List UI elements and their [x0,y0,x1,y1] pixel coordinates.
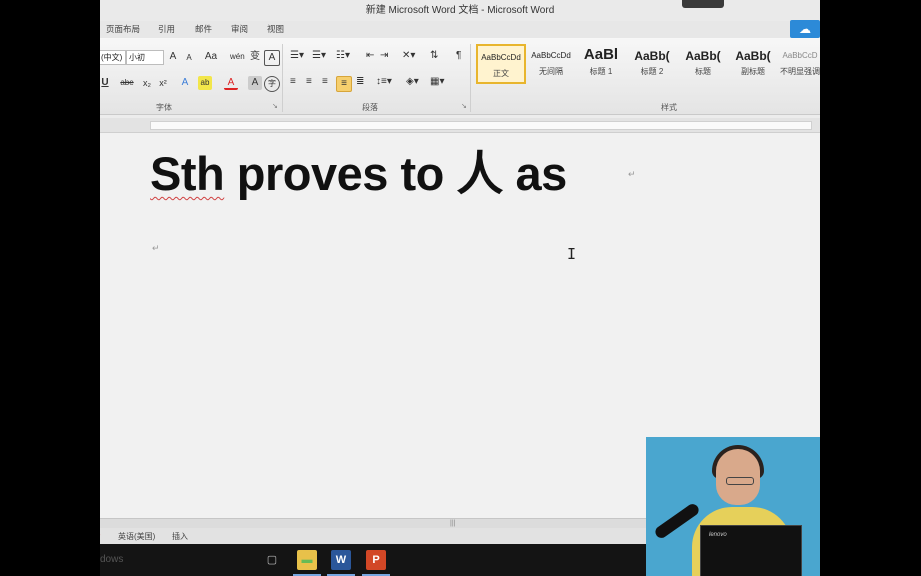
tab-review[interactable]: 审阅 [231,23,248,35]
paragraph-mark: ↵ [628,169,636,179]
change-case-button[interactable]: Aa [204,50,218,64]
numbering-icon[interactable]: ☰▾ [312,50,326,61]
ibeam-cursor-icon: I [567,245,577,263]
style-sample: AaBb( [634,49,670,63]
style-subtitle[interactable]: AaBb( 副标题 [728,44,778,84]
style-sample: AaBb( [735,49,771,63]
style-subtle-emphasis[interactable]: AaBbCcD 不明显强调 [778,44,820,84]
char-shade-button[interactable]: A [264,50,280,66]
show-marks-icon[interactable]: ¶ [456,50,461,61]
underline-button[interactable]: U [100,76,112,90]
font-color-button[interactable]: A [224,76,238,90]
highlight-button[interactable]: ab [198,76,212,90]
heading-rest: proves to 人 as [224,147,567,200]
tab-mailings[interactable]: 邮件 [195,23,212,35]
style-title[interactable]: AaBb( 标题 [678,44,728,84]
horizontal-ruler[interactable] [100,118,820,133]
paragraph-mark: ↵ [152,243,160,253]
ribbon: (中文) 小初 A A Aa wén 变 A U abe x₂ x² A ab … [100,38,820,115]
style-sample: AaBb( [685,49,721,63]
group-divider [470,44,471,112]
enclose-char-button[interactable]: 字 [264,76,280,92]
style-name: 正文 [493,69,509,78]
title-bar-overlay [682,0,724,8]
ribbon-tabs: 页面布局 引用 邮件 审阅 视图 [100,21,820,38]
proofing-error-icon[interactable]: ● [100,530,101,539]
decrease-indent-icon[interactable]: ⇤ [366,50,374,61]
window-title: 新建 Microsoft Word 文档 - Microsoft Word [365,5,555,16]
style-sample: AaBbCcD [782,51,818,60]
font-dialog-launcher-icon[interactable]: ↘ [272,102,278,110]
document-heading: Sth proves to 人 as [150,135,567,204]
align-center-icon[interactable]: ≡ [306,76,312,87]
laptop-brand: lenovo [709,532,727,538]
char-shading-button[interactable]: A [248,76,262,90]
ruler-track [150,121,812,130]
style-name: 标题 2 [640,67,664,76]
paragraph-dialog-launcher-icon[interactable]: ↘ [461,102,467,110]
style-heading-2[interactable]: AaBb( 标题 2 [627,44,677,84]
sort-icon[interactable]: ⇅ [430,50,438,61]
strikethrough-button[interactable]: abe [120,76,134,90]
scroll-grip-icon[interactable]: ||| [450,520,455,527]
line-spacing-icon[interactable]: ↕≡▾ [376,76,392,87]
file-explorer-icon[interactable]: ▬ [293,550,321,576]
style-sample: AaBbCcDd [531,51,571,60]
tab-page-layout[interactable]: 页面布局 [106,23,140,35]
tab-view[interactable]: 视图 [267,23,284,35]
shrink-font-button[interactable]: A [182,51,196,65]
laptop: lenovo [700,525,802,576]
bullets-icon[interactable]: ☰▾ [290,50,304,61]
presenter-webcam: lenovo [646,437,820,576]
styles-group-label: 样式 [661,103,677,112]
style-normal[interactable]: AaBbCcDd 正文 [476,44,526,84]
grow-font-button[interactable]: A [166,50,180,64]
word-icon[interactable]: W [327,550,355,576]
text-effect-button[interactable]: A [178,76,192,90]
style-name: 标题 [695,67,711,76]
paragraph-group-label: 段落 [362,103,378,112]
justify-icon[interactable]: ≡ [336,76,352,92]
phonetic-guide-button[interactable]: wén [230,50,245,64]
font-group-label: 字体 [156,103,172,112]
powerpoint-icon[interactable]: P [362,550,390,576]
style-sample: AaBbCcDd [481,53,521,62]
style-heading-1[interactable]: AaBl 标题 1 [576,44,626,84]
font-size-combo[interactable]: 小初 [126,50,164,65]
title-bar: 新建 Microsoft Word 文档 - Microsoft Word [100,0,820,21]
font-name-combo[interactable]: (中文) [100,50,126,65]
shading-icon[interactable]: ◈▾ [406,76,419,87]
tab-references[interactable]: 引用 [158,23,175,35]
style-no-spacing[interactable]: AaBbCcDd 无间隔 [526,44,576,84]
chinese-layout-icon[interactable]: ✕▾ [402,50,415,61]
cloud-sync-icon[interactable]: ☁ [790,20,820,38]
task-view-icon[interactable]: ▢ [262,550,282,570]
heading-misspelled-word: Sth [150,147,225,200]
align-left-icon[interactable]: ≡ [290,76,296,87]
subscript-button[interactable]: x₂ [140,76,154,90]
borders-icon[interactable]: ▦▾ [430,76,444,87]
search-hint[interactable]: dows [100,554,123,565]
align-right-icon[interactable]: ≡ [322,76,328,87]
group-divider [282,44,283,112]
distributed-icon[interactable]: ≣ [356,76,364,87]
insert-mode-indicator[interactable]: 插入 [172,531,188,542]
style-name: 副标题 [741,67,765,76]
increase-indent-icon[interactable]: ⇥ [380,50,388,61]
style-name: 不明显强调 [780,67,820,76]
char-border-button[interactable]: 变 [248,50,262,64]
multilevel-list-icon[interactable]: ☷▾ [336,50,350,61]
style-name: 无间隔 [539,67,563,76]
style-name: 标题 1 [589,67,613,76]
superscript-button[interactable]: x² [156,76,170,90]
style-sample: AaBl [583,46,619,63]
glasses-icon [726,477,754,485]
language-indicator[interactable]: 英语(美国) [118,531,155,542]
